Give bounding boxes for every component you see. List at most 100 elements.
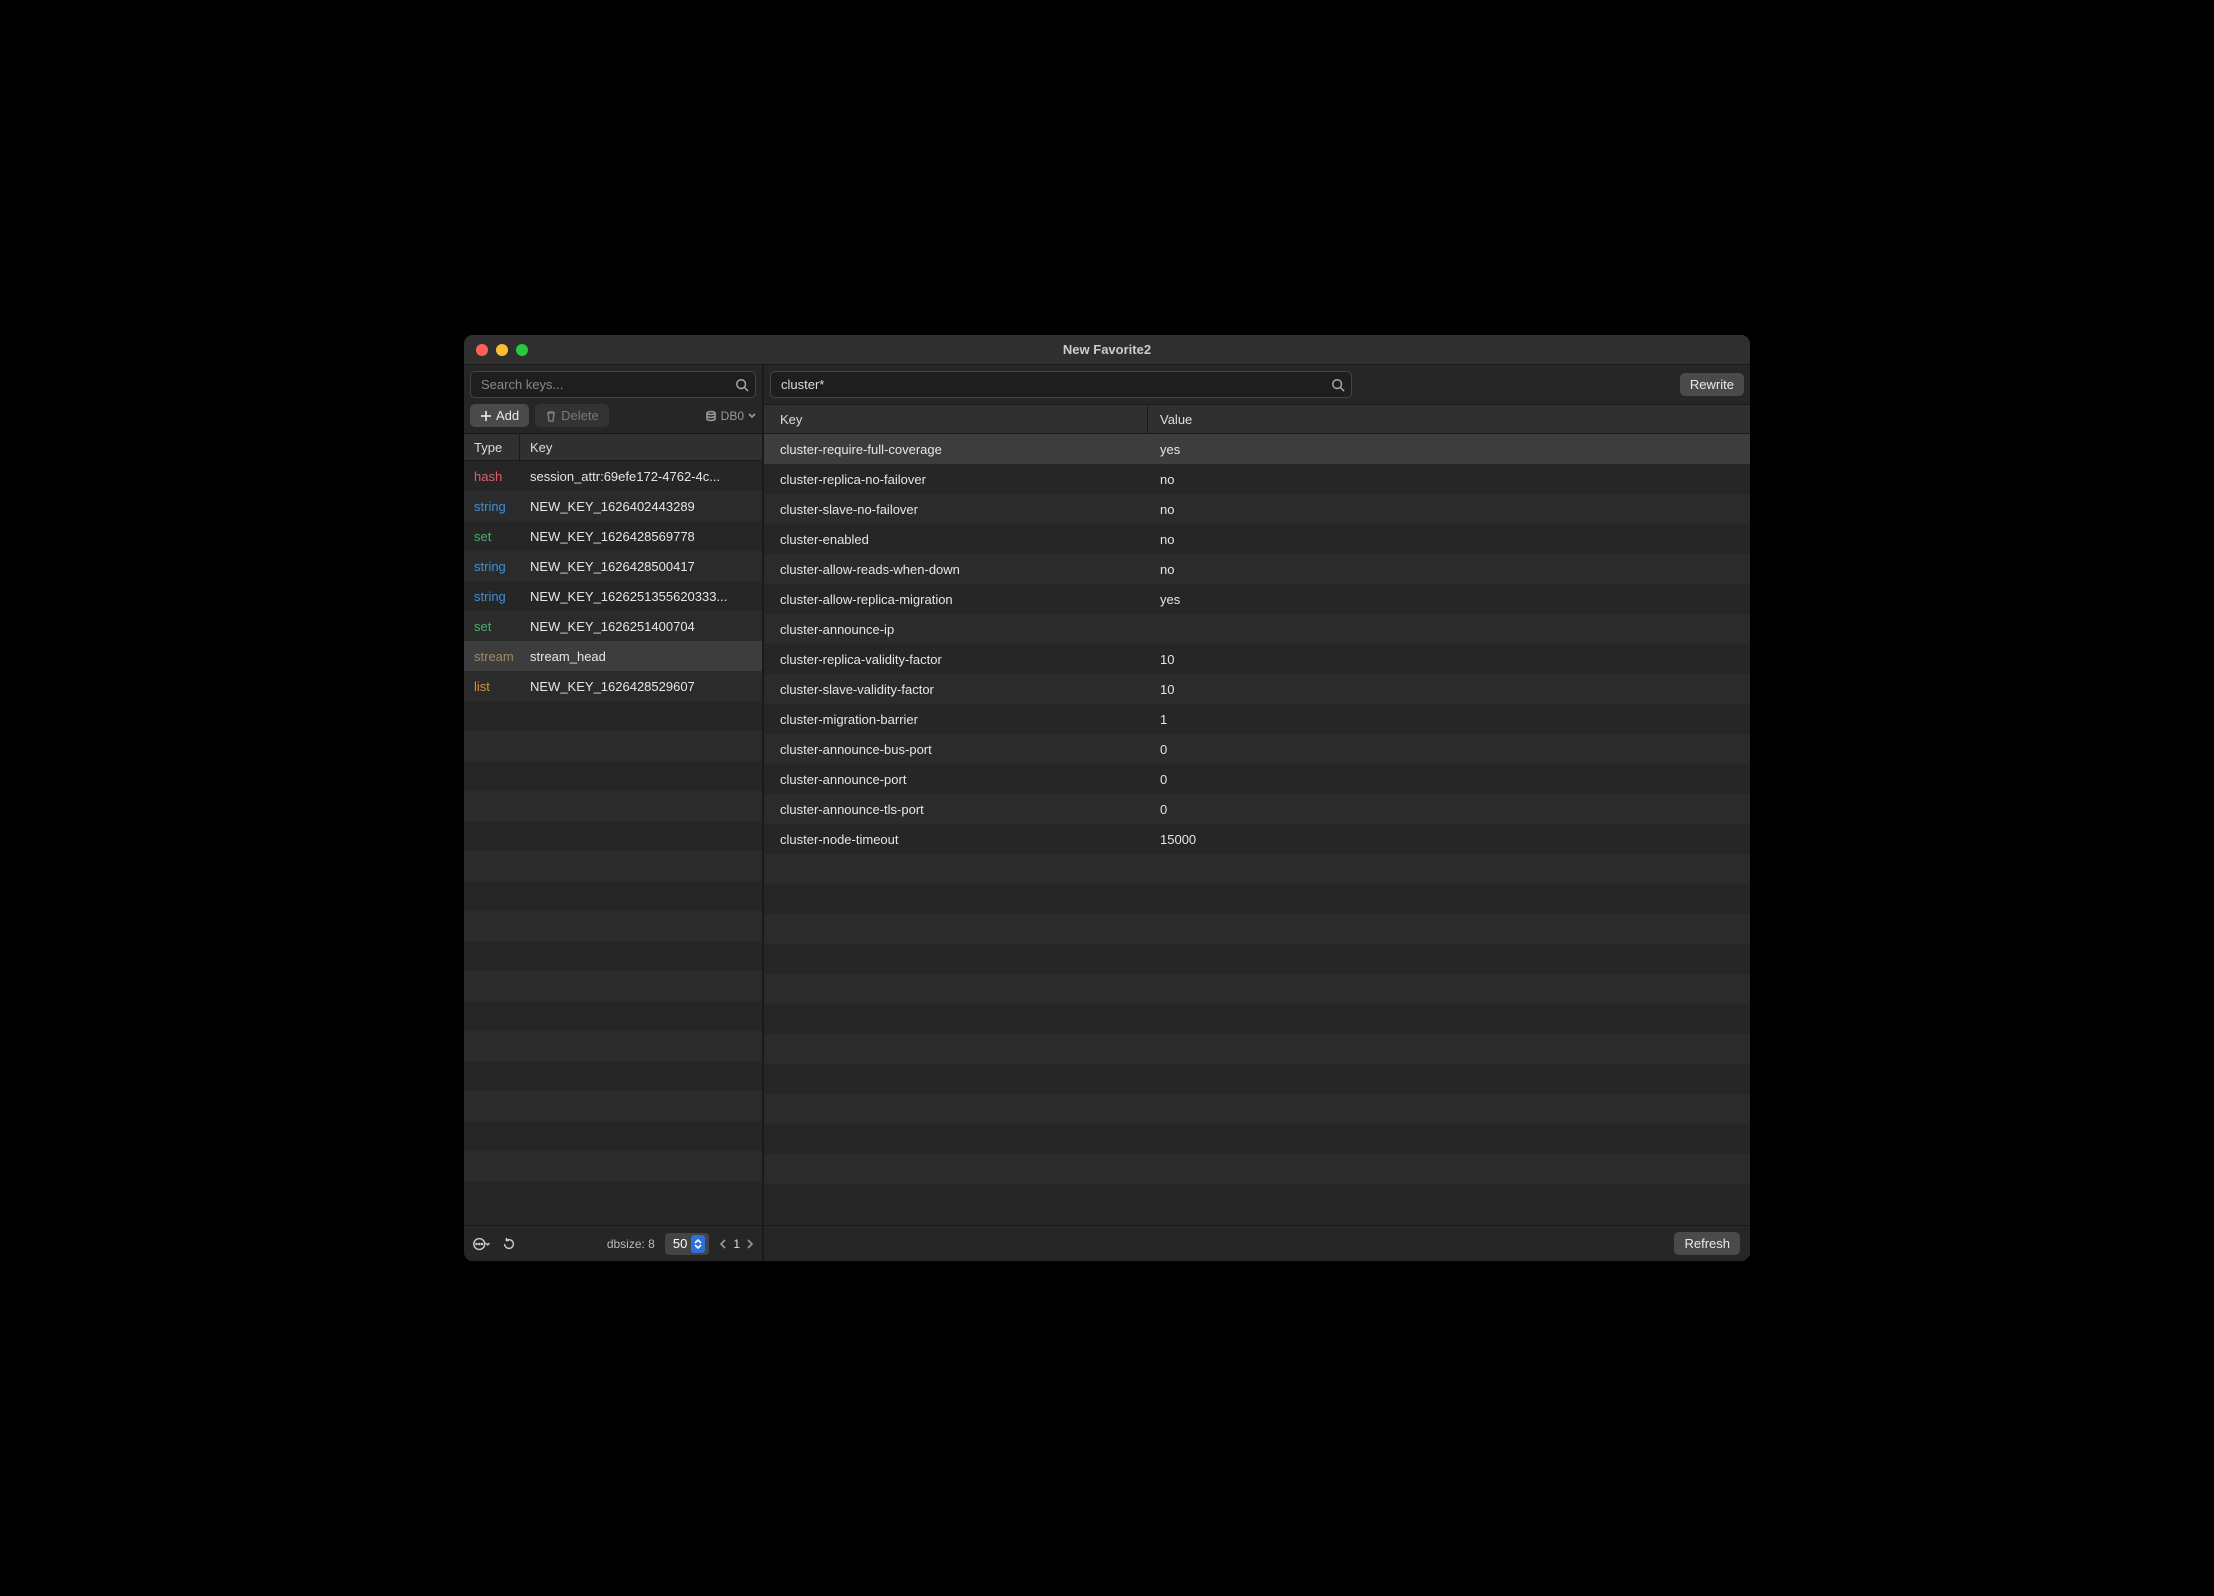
plus-icon <box>480 410 492 422</box>
key-name: NEW_KEY_1626428500417 <box>520 559 762 574</box>
add-button[interactable]: Add <box>470 404 529 427</box>
key-row[interactable]: stringNEW_KEY_1626402443289 <box>464 491 762 521</box>
config-col-value-header[interactable]: Value <box>1148 412 1750 427</box>
config-row[interactable]: cluster-allow-reads-when-downno <box>764 554 1750 584</box>
config-key: cluster-slave-validity-factor <box>764 682 1148 697</box>
config-value: 0 <box>1148 772 1750 787</box>
key-type: set <box>464 529 520 544</box>
key-row-empty <box>464 971 762 1001</box>
key-type: set <box>464 619 520 634</box>
config-key: cluster-announce-ip <box>764 622 1148 637</box>
config-row[interactable]: cluster-slave-no-failoverno <box>764 494 1750 524</box>
reload-icon[interactable] <box>500 1235 518 1253</box>
config-row[interactable]: cluster-announce-bus-port0 <box>764 734 1750 764</box>
config-row-empty <box>764 1124 1750 1154</box>
minimize-icon[interactable] <box>496 344 508 356</box>
config-row[interactable]: cluster-migration-barrier1 <box>764 704 1750 734</box>
col-key-header[interactable]: Key <box>520 440 762 455</box>
col-type-header[interactable]: Type <box>464 434 520 460</box>
page-size-selector[interactable]: 50 <box>665 1233 709 1255</box>
config-row-empty <box>764 914 1750 944</box>
delete-button[interactable]: Delete <box>535 404 609 427</box>
prev-page-icon[interactable] <box>719 1239 727 1249</box>
key-row[interactable]: stringNEW_KEY_1626251355620333... <box>464 581 762 611</box>
body: Add Delete DB0 Type Key hashsession_attr… <box>464 365 1750 1261</box>
refresh-button[interactable]: Refresh <box>1674 1232 1740 1255</box>
config-row-empty <box>764 1094 1750 1124</box>
key-row-empty <box>464 911 762 941</box>
trash-icon <box>545 410 557 422</box>
key-row[interactable]: listNEW_KEY_1626428529607 <box>464 671 762 701</box>
next-page-icon[interactable] <box>746 1239 754 1249</box>
titlebar: New Favorite2 <box>464 335 1750 365</box>
add-label: Add <box>496 408 519 423</box>
config-value: yes <box>1148 592 1750 607</box>
key-row-empty <box>464 791 762 821</box>
key-name: NEW_KEY_1626428529607 <box>520 679 762 694</box>
main-panel: Rewrite Key Value cluster-require-full-c… <box>764 365 1750 1261</box>
config-filter-input[interactable] <box>771 377 1325 392</box>
key-row-empty <box>464 1091 762 1121</box>
config-row[interactable]: cluster-replica-validity-factor10 <box>764 644 1750 674</box>
key-row[interactable]: stringNEW_KEY_1626428500417 <box>464 551 762 581</box>
key-row-empty <box>464 1121 762 1151</box>
config-row[interactable]: cluster-slave-validity-factor10 <box>764 674 1750 704</box>
config-table-header: Key Value <box>764 404 1750 434</box>
config-row-empty <box>764 1064 1750 1094</box>
config-row[interactable]: cluster-replica-no-failoverno <box>764 464 1750 494</box>
config-value: 0 <box>1148 742 1750 757</box>
config-row[interactable]: cluster-announce-ip <box>764 614 1750 644</box>
key-row-empty <box>464 761 762 791</box>
key-row-empty <box>464 1001 762 1031</box>
sidebar-toolbar: Add Delete DB0 <box>464 404 762 433</box>
key-name: stream_head <box>520 649 762 664</box>
close-icon[interactable] <box>476 344 488 356</box>
sidebar-search-row <box>464 365 762 404</box>
config-row[interactable]: cluster-announce-tls-port0 <box>764 794 1750 824</box>
db-label: DB0 <box>721 409 744 423</box>
key-row-empty <box>464 1061 762 1091</box>
maximize-icon[interactable] <box>516 344 528 356</box>
key-type: string <box>464 499 520 514</box>
config-row-empty <box>764 1004 1750 1034</box>
key-type: string <box>464 559 520 574</box>
pager: 1 <box>719 1237 754 1251</box>
config-row[interactable]: cluster-require-full-coverageyes <box>764 434 1750 464</box>
config-row-empty <box>764 1184 1750 1214</box>
dbsize-label: dbsize: 8 <box>607 1237 655 1251</box>
key-row[interactable]: hashsession_attr:69efe172-4762-4c... <box>464 461 762 491</box>
key-type: list <box>464 679 520 694</box>
key-row[interactable]: setNEW_KEY_1626251400704 <box>464 611 762 641</box>
sidebar-search-wrap <box>470 371 756 398</box>
config-key: cluster-node-timeout <box>764 832 1148 847</box>
more-menu-icon[interactable] <box>472 1235 490 1253</box>
key-row[interactable]: setNEW_KEY_1626428569778 <box>464 521 762 551</box>
rewrite-button[interactable]: Rewrite <box>1680 373 1744 396</box>
page-number: 1 <box>733 1237 740 1251</box>
key-row-empty <box>464 1151 762 1181</box>
config-row-empty <box>764 1154 1750 1184</box>
config-key: cluster-slave-no-failover <box>764 502 1148 517</box>
config-row[interactable]: cluster-allow-replica-migrationyes <box>764 584 1750 614</box>
key-row-empty <box>464 881 762 911</box>
key-row[interactable]: streamstream_head <box>464 641 762 671</box>
config-value: 10 <box>1148 682 1750 697</box>
search-icon[interactable] <box>729 378 755 392</box>
key-row-empty <box>464 701 762 731</box>
config-value: no <box>1148 532 1750 547</box>
config-row[interactable]: cluster-enabledno <box>764 524 1750 554</box>
config-row[interactable]: cluster-announce-port0 <box>764 764 1750 794</box>
key-name: NEW_KEY_1626402443289 <box>520 499 762 514</box>
config-value: 0 <box>1148 802 1750 817</box>
stepper-icon <box>691 1235 705 1253</box>
search-keys-input[interactable] <box>471 377 729 392</box>
main-toolbar: Rewrite <box>764 365 1750 404</box>
key-type: string <box>464 589 520 604</box>
config-key: cluster-migration-barrier <box>764 712 1148 727</box>
db-selector[interactable]: DB0 <box>705 409 756 423</box>
search-icon[interactable] <box>1325 378 1351 392</box>
config-col-key-header[interactable]: Key <box>764 405 1148 433</box>
config-value: no <box>1148 562 1750 577</box>
config-row[interactable]: cluster-node-timeout15000 <box>764 824 1750 854</box>
config-key: cluster-replica-no-failover <box>764 472 1148 487</box>
